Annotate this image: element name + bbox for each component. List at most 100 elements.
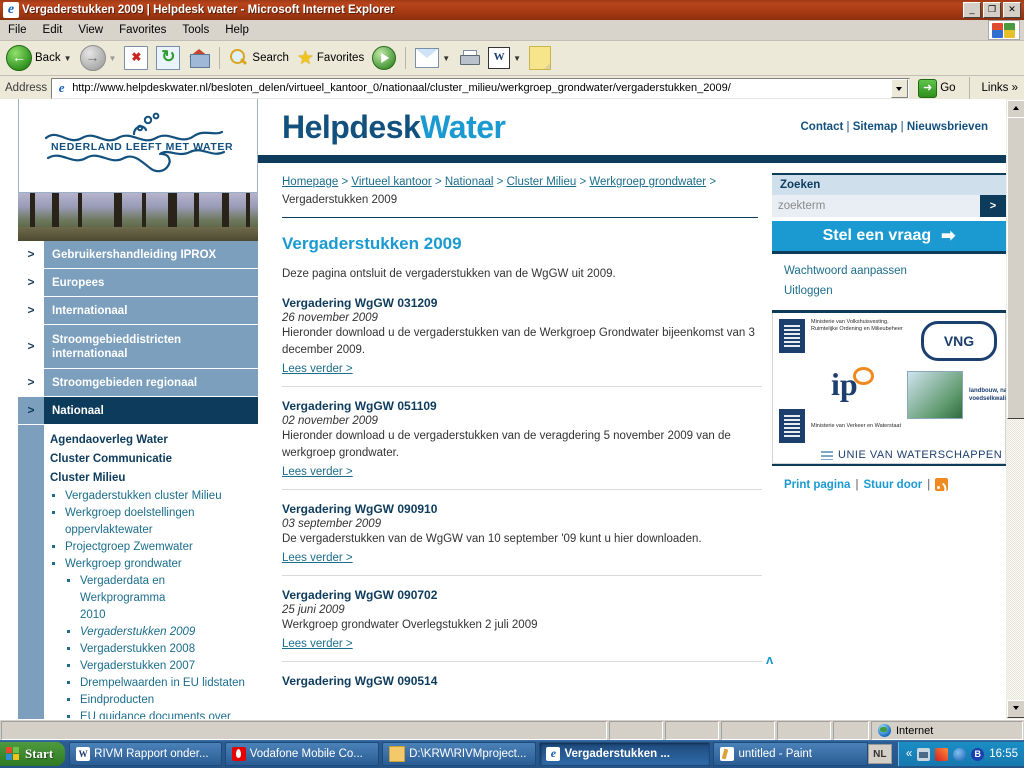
link-uitloggen[interactable]: Uitloggen [784,281,994,301]
sidebar-item-internationaal[interactable]: > Internationaal [18,297,258,325]
tray-expand-icon[interactable]: « [906,748,912,760]
search-button[interactable]: Search [225,46,292,70]
mail-dropdown-icon[interactable]: ▼ [442,54,450,63]
breadcrumb-cluster-milieu[interactable]: Cluster Milieu [507,176,577,188]
link-nieuwsbrieven[interactable]: Nieuwsbrieven [907,121,988,133]
menu-favorites[interactable]: Favorites [111,22,174,38]
refresh-button[interactable] [152,44,184,72]
taskbar-item-vodafone[interactable]: Vodafone Mobile Co... [224,742,380,766]
news-item-title[interactable]: Vergadering WgGW 090514 [282,674,762,688]
back-dropdown-icon[interactable]: ▼ [64,54,72,63]
stop-button[interactable] [120,44,152,72]
sidebar-item-nationaal[interactable]: > Nationaal [18,397,258,425]
scroll-up-button[interactable] [1007,100,1024,118]
subnav-item-agendaoverleg-water[interactable]: Agendaoverleg Water [50,431,252,450]
news-item-title[interactable]: Vergadering WgGW 090702 [282,588,762,602]
menu-view[interactable]: View [70,22,111,38]
media-button[interactable] [368,44,400,72]
scrollbar-track[interactable] [1006,117,1024,701]
vertical-scrollbar[interactable] [1006,99,1024,719]
breadcrumb-homepage[interactable]: Homepage [282,176,338,188]
menu-help[interactable]: Help [217,22,257,38]
maximize-button[interactable]: ❐ [983,2,1001,18]
rss-icon[interactable] [935,478,949,491]
subnav-item-werkgroep-doelstellingen[interactable]: Werkgroep doelstellingen [50,505,252,522]
subnav-item-drempelwaarden-eu-lidstaten[interactable]: Drempelwaarden in EU lidstaten [50,675,252,692]
subnav-item-cluster-communicatie[interactable]: Cluster Communicatie [50,450,252,469]
subnav-item-cluster-milieu[interactable]: Cluster Milieu [50,469,252,488]
notes-button[interactable] [525,44,555,72]
taskbar-item-explorer-folder[interactable]: D:\KRW\RIVMproject... [382,742,537,766]
address-dropdown-icon[interactable] [891,78,909,98]
edit-word-button[interactable]: ▼ [484,45,525,71]
go-button[interactable]: Go [914,78,959,98]
sidebar-item-stroomgebieddistricten-internationaal[interactable]: > Stroomgebieddistricten internationaal [18,325,258,369]
mail-button[interactable]: ▼ [411,46,454,70]
close-button[interactable]: ✕ [1003,2,1021,18]
subnav-item-vergaderstukken-cluster-milieu[interactable]: Vergaderstukken cluster Milieu [50,488,252,505]
subnav-item-vergaderstukken-2007[interactable]: Vergaderstukken 2007 [50,658,252,675]
subnav-item-vergaderstukken-2009[interactable]: Vergaderstukken 2009 [50,624,252,641]
breadcrumb-werkgroep-grondwater[interactable]: Werkgroep grondwater [589,176,706,188]
favorites-button[interactable]: ★ Favorites [293,47,368,70]
print-page-link[interactable]: Print pagina [784,479,850,491]
scroll-down-button[interactable] [1007,700,1024,718]
back-button[interactable]: ← Back ▼ [2,43,76,73]
search-submit-button[interactable]: > [980,195,1006,217]
sidebar-item-europees[interactable]: > Europees [18,269,258,297]
taskbar-item-paint[interactable]: untitled - Paint [713,742,868,766]
read-more-link[interactable]: Lees verder > [282,363,353,375]
sidebar-item-gebruikershandleiding-iprox[interactable]: > Gebruikershandleiding IPROX [18,241,258,269]
breadcrumb-virtueel-kantoor[interactable]: Virtueel kantoor [351,176,431,188]
home-button[interactable] [184,45,214,71]
news-item-title[interactable]: Vergadering WgGW 090910 [282,502,762,516]
language-indicator[interactable]: NL [867,744,892,764]
word-dropdown-icon[interactable]: ▼ [513,54,521,63]
subnav-item-werkgroep-grondwater[interactable]: Werkgroep grondwater [50,556,252,573]
back-to-top-icon[interactable]: ʌ [766,652,773,667]
address-input[interactable]: http://www.helpdeskwater.nl/besloten_del… [51,77,911,99]
breadcrumb-nationaal[interactable]: Nationaal [445,176,494,188]
bluetooth-icon[interactable] [971,747,985,761]
link-contact[interactable]: Contact [800,121,843,133]
minimize-button[interactable]: _ [963,2,981,18]
search-input[interactable]: zoekterm [772,195,980,217]
menu-edit[interactable]: Edit [35,22,71,38]
link-sitemap[interactable]: Sitemap [853,121,898,133]
subnav-item-eu-guidance-documents[interactable]: EU guidance documents over [50,709,252,719]
subnav-item-vergaderdata-werkprogramma[interactable]: Vergaderdata en Werkprogramma [50,573,252,607]
news-item-title[interactable]: Vergadering WgGW 051109 [282,399,762,413]
clock[interactable]: 16:55 [989,748,1018,760]
news-item-title[interactable]: Vergadering WgGW 031209 [282,296,762,310]
left-sidebar: NEDERLAND LEEFT MET WATER > Gebruikersha… [18,99,258,719]
read-more-link[interactable]: Lees verder > [282,466,353,478]
subnav-item-vergaderdata-werkprogramma-cont[interactable]: 2010 [50,607,252,624]
print-button[interactable] [454,47,484,69]
signal-icon[interactable] [935,747,949,761]
sync-icon[interactable] [953,747,967,761]
menu-tools[interactable]: Tools [174,22,217,38]
menu-file[interactable]: File [0,22,35,38]
scrollbar-thumb[interactable] [1007,117,1024,419]
taskbar-item-rivm-rapport[interactable]: RIVM Rapport onder... [69,742,222,766]
sidebar-item-stroomgebieden-regionaal[interactable]: > Stroomgebieden regionaal [18,369,258,397]
forward-button[interactable]: → ▼ [76,43,121,73]
network-icon[interactable] [917,747,931,761]
subnav-item-projectgroep-zwemwater[interactable]: Projectgroep Zwemwater [50,539,252,556]
start-button[interactable]: Start [0,742,66,766]
link-wachtwoord-aanpassen[interactable]: Wachtwoord aanpassen [784,261,994,281]
read-more-link[interactable]: Lees verder > [282,638,353,650]
subnav-item-vergaderstukken-2008[interactable]: Vergaderstukken 2008 [50,641,252,658]
site-brand[interactable]: HelpdeskWater [282,109,506,146]
subnav-item-eindproducten[interactable]: Eindproducten [50,692,252,709]
taskbar-item-vergaderstukken[interactable]: Vergaderstukken ... [539,742,711,766]
forward-dropdown-icon[interactable]: ▼ [109,54,117,63]
read-more-link[interactable]: Lees verder > [282,552,353,564]
send-page-link[interactable]: Stuur door [863,479,922,491]
menubar: File Edit View Favorites Tools Help [0,20,1024,41]
chevron-right-icon: > [18,325,44,368]
subnav-item-werkgroep-doelstellingen-cont[interactable]: oppervlaktewater [50,522,252,539]
links-button[interactable]: Links » [979,82,1021,94]
ask-question-button[interactable]: Stel een vraag ➡ [772,221,1006,254]
maximize-icon: ❐ [987,4,997,14]
